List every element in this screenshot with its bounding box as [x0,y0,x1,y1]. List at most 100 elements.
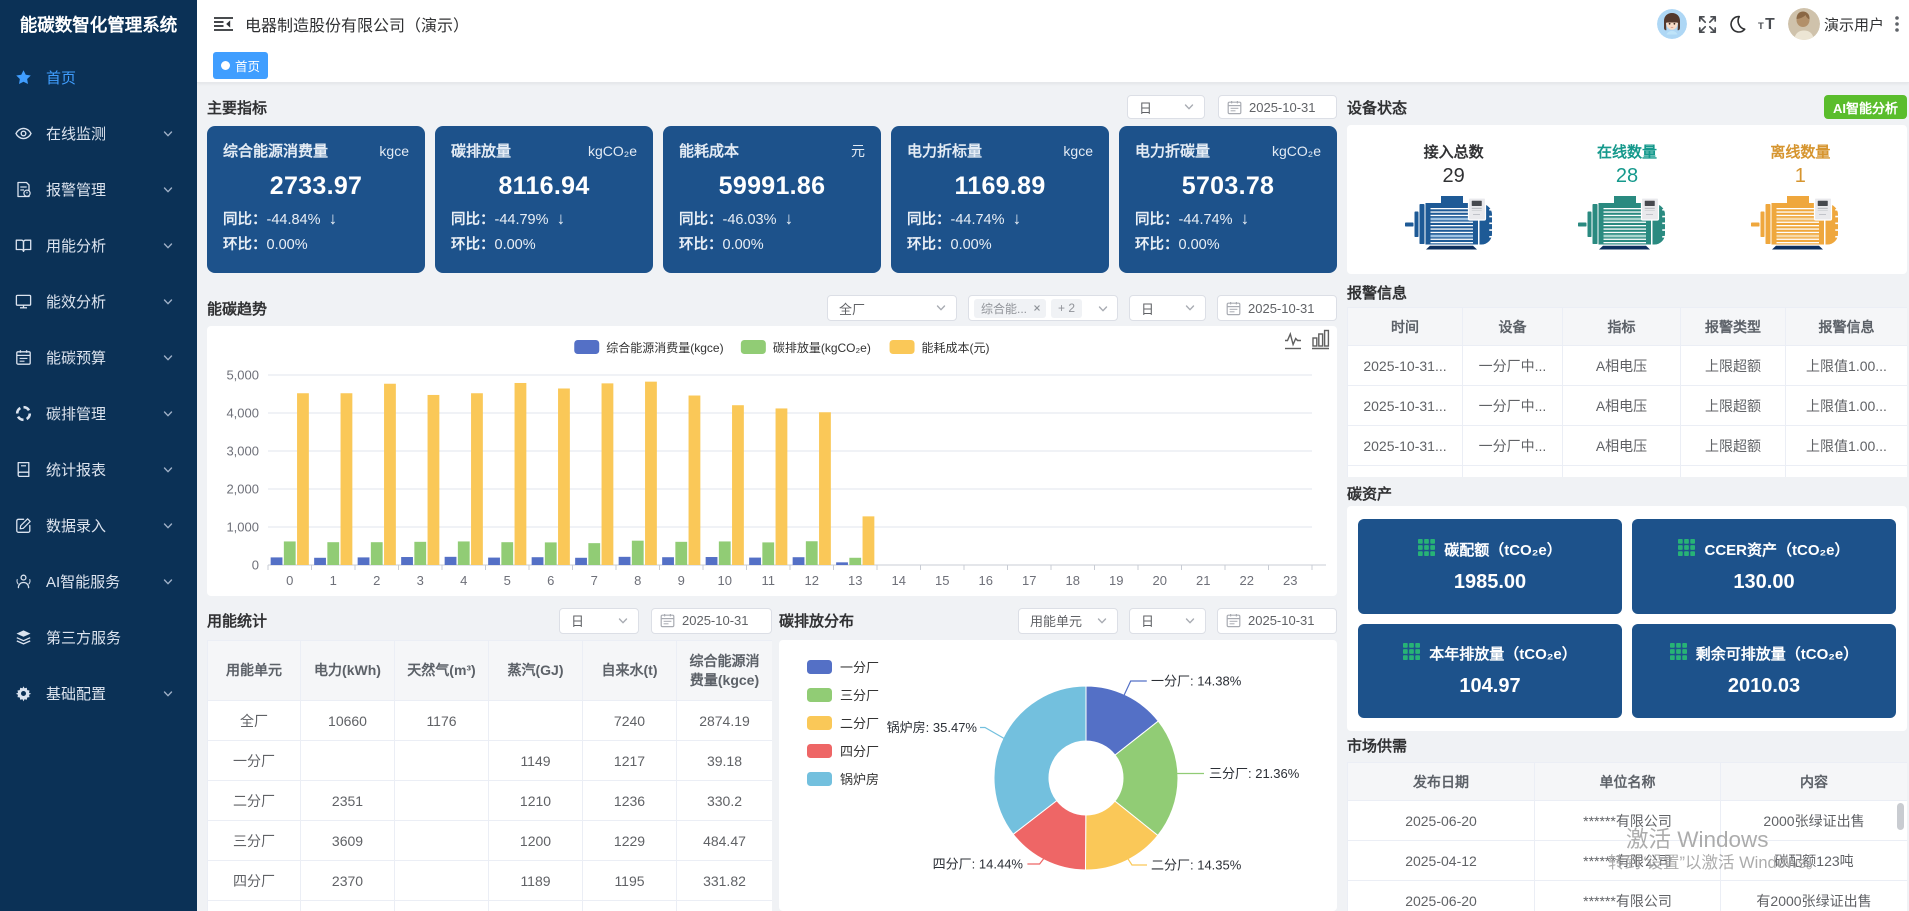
close-icon[interactable] [1030,301,1044,315]
sidebar-item[interactable]: 碳排管理 [0,385,197,441]
font-size-icon[interactable]: TT [1758,15,1777,34]
table-header-cell: 报警类型 [1681,308,1786,346]
table-cell: 2025-10-31... [1348,346,1463,386]
chevron-down-icon [162,295,174,307]
sidebar-fold-icon[interactable] [214,17,233,31]
date-value: 2025-10-31 [1249,100,1316,115]
table-cell: 1217 [583,741,677,781]
sidebar-item[interactable]: 在线监测 [0,105,197,161]
svg-text:T: T [1758,21,1764,32]
usage-date-picker[interactable]: 2025-10-31 [651,608,772,634]
tab-home[interactable]: 首页 [213,52,268,79]
down-arrow-icon: ↓ [557,209,566,228]
table-cell: 上限超额 [1681,426,1786,466]
table-row: 2025-10-31...一分厂中...A相电压上限超额上限值1.00... [1348,386,1908,426]
kpi-value: 59991.86 [679,172,865,201]
table-cell: 1200 [489,821,583,861]
market-section-head: 市场供需 [1347,734,1907,756]
kpi-date-picker[interactable]: 2025-10-31 [1218,95,1337,119]
calendar-icon [660,613,675,628]
calendar-icon [1226,301,1241,316]
more-dots-icon[interactable] [1890,14,1904,34]
sidebar-item[interactable]: 基础配置 [0,665,197,721]
usage-section-head: 用能统计 日 2025-10-31 [207,607,772,634]
chevron-down-icon [162,239,174,251]
svg-text:1: 1 [330,573,337,588]
carbon-asset-card: 剩余可排放量（tCO₂e） 2010.03 [1632,624,1896,719]
user-avatar[interactable] [1788,8,1820,40]
sidebar-item[interactable]: 首页 [0,49,197,105]
svg-text:一分厂: 一分厂 [840,660,879,675]
user-name[interactable]: 演示用户 [1824,14,1884,35]
market-table-wrap: 发布日期单位名称内容2025-06-20******有限公司2000张绿证出售2… [1347,762,1907,911]
svg-text:二分厂: 二分厂 [840,716,879,731]
star-icon [15,69,32,86]
edit-icon [15,517,32,534]
kpi-yoy-label: 同比： [223,212,267,228]
carbon-asset-card: CCER资产（tCO₂e） 130.00 [1632,519,1896,614]
assistant-avatar[interactable] [1657,9,1687,39]
table-cell: A相电压 [1563,426,1681,466]
kpi-yoy-value: -46.03% [723,212,777,228]
calendar-icon [1227,100,1242,115]
market-scrollbar[interactable] [1897,803,1904,830]
sidebar-item[interactable]: 数据录入 [0,497,197,553]
tab-dot [221,61,230,70]
trend-plant-select[interactable]: 全厂 [827,295,957,321]
trend-period-select[interactable]: 日 [1129,295,1206,321]
sidebar-item[interactable]: 第三方服务 [0,609,197,665]
table-cell: 330.2 [677,781,773,821]
distribution-unit-select[interactable]: 用能单元 [1018,608,1118,634]
chevron-down-icon [935,302,947,314]
chevron-down-icon [162,575,174,587]
date-value: 2025-10-31 [682,613,749,628]
svg-text:二分厂: 14.35%: 二分厂: 14.35% [1151,858,1242,873]
monitor-icon [15,293,32,310]
chevron-down-icon [162,127,174,139]
sidebar-item[interactable]: 统计报表 [0,441,197,497]
kpi-period-select[interactable]: 日 [1127,95,1205,119]
tab-bar: 首页 [197,48,1909,83]
kpi-mom: 环比：0.00% [1135,233,1321,254]
usage-period-select[interactable]: 日 [559,608,639,634]
trend-metric-multiselect[interactable]: 综合能... + 2 [968,295,1118,321]
distribution-section-title: 碳排放分布 [779,610,854,631]
table-cell: 有2000张绿证出售 [1721,881,1908,911]
moon-icon[interactable] [1728,15,1747,34]
fullscreen-icon[interactable] [1698,15,1717,34]
robot-icon [15,573,32,590]
sidebar-item[interactable]: AI智能服务 [0,553,197,609]
kpi-yoy: 同比：-44.84% ↓ [223,208,409,229]
device-stat: 在线数量 28 [1540,125,1713,274]
sidebar-item[interactable]: 用能分析 [0,217,197,273]
open-book-icon [15,237,32,254]
table-cell: ******有限公司 [1535,841,1721,881]
table-header-cell: 蒸汽(GJ) [489,641,583,701]
table-cell: 1229 [583,821,677,861]
trend-date-picker[interactable]: 2025-10-31 [1217,295,1337,321]
sidebar-item[interactable]: 报警管理 [0,161,197,217]
table-cell: 1195 [583,861,677,901]
usage-table-wrap: 用能单元电力(kWh)天然气(m³)蒸汽(GJ)自来水(t)综合能源消费量(kg… [207,640,772,911]
sidebar-item[interactable]: 能效分析 [0,273,197,329]
table-header-cell: 内容 [1721,763,1908,801]
table-header-cell: 自来水(t) [583,641,677,701]
sidebar-item[interactable]: 能碳预算 [0,329,197,385]
table-header-cell: 电力(kWh) [301,641,395,701]
svg-text:综合能源消费量(kgce): 综合能源消费量(kgce) [606,340,723,355]
table-cell: 39.18 [677,741,773,781]
distribution-period-select[interactable]: 日 [1129,608,1206,634]
carbon-asset-label: 本年排放量（tCO₂e） [1429,643,1577,664]
table-cell [395,861,489,901]
kpi-mom-label: 环比： [907,237,951,253]
table-cell [677,901,773,911]
table-head: 时间设备指标报警类型报警信息 [1348,308,1908,346]
motor-icon [1535,196,1708,250]
table-header-row: 用能单元电力(kWh)天然气(m³)蒸汽(GJ)自来水(t)综合能源消费量(kg… [208,641,773,701]
carbon-asset-card: 本年排放量（tCO₂e） 104.97 [1358,624,1622,719]
svg-text:1,000: 1,000 [226,520,259,535]
carbon-asset-label: 剩余可排放量（tCO₂e） [1696,643,1859,664]
ai-analysis-button[interactable]: AI智能分析 [1824,95,1907,119]
kpi-section-head: 主要指标 日 2025-10-31 [207,93,1337,121]
distribution-date-picker[interactable]: 2025-10-31 [1217,608,1337,634]
